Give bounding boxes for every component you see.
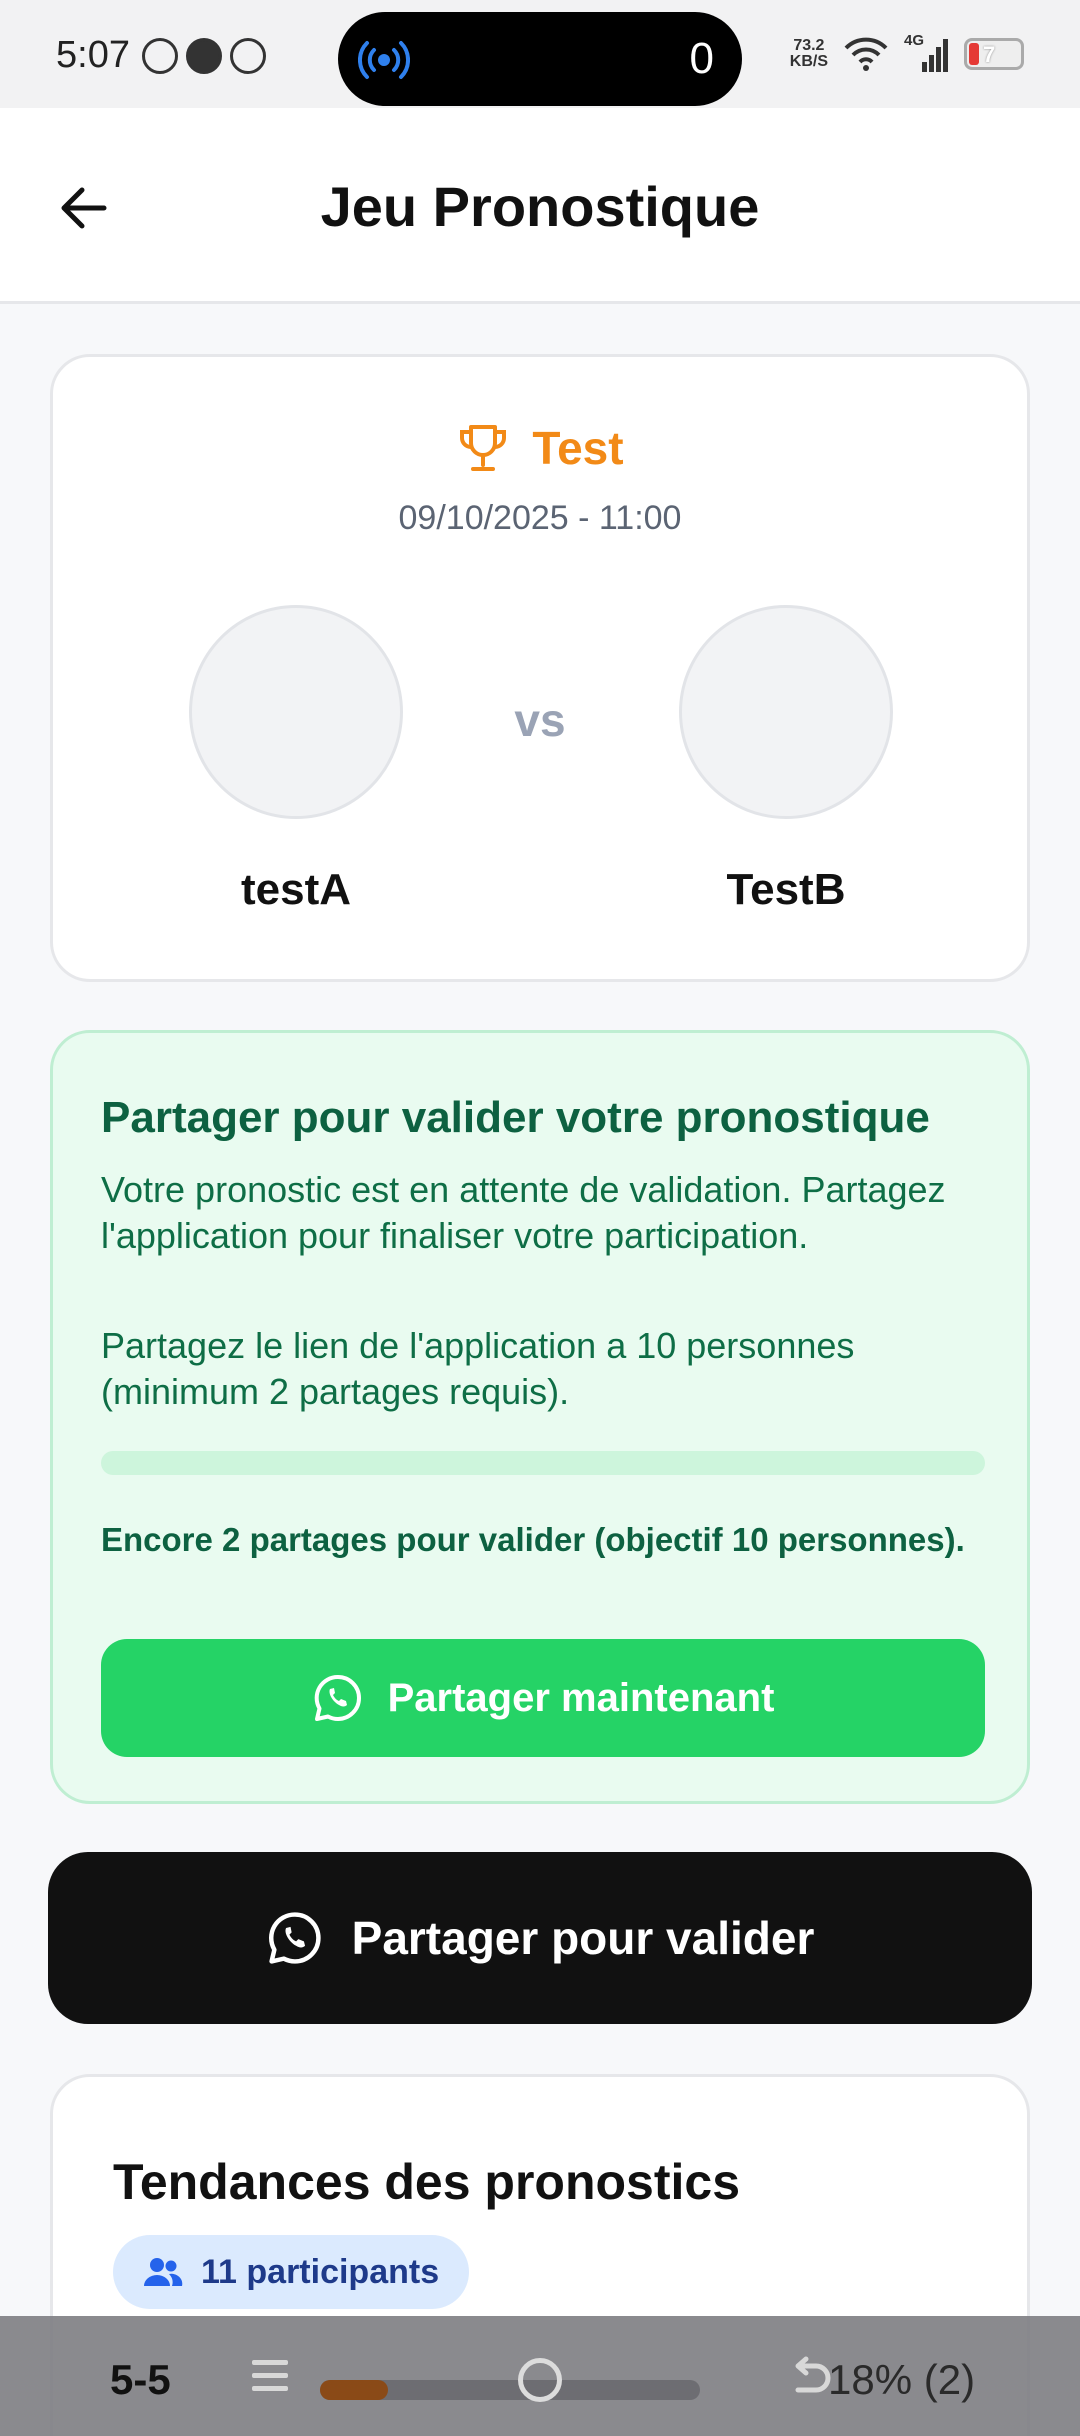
network-speed-value: 73.2	[793, 37, 825, 54]
share-card-text-pending: Votre pronostic est en attente de valida…	[101, 1169, 946, 1256]
reader-percent: 18% (2)	[828, 2356, 976, 2403]
network-speed-unit: KB/S	[789, 53, 828, 70]
users-icon	[144, 2258, 183, 2286]
reader-progress-overlay: 5-5 18% (2)	[0, 2316, 1080, 2436]
team-a-name: testA	[240, 865, 352, 914]
status-right: 73.2 KB/S 4G 7	[790, 32, 1024, 72]
cellular-signal: 4G	[904, 32, 948, 72]
app-header: Jeu Pronostique	[0, 108, 1080, 304]
island-counter: 0	[689, 34, 714, 83]
whatsapp-icon	[268, 1912, 321, 1964]
share-to-validate-label: Partager pour valider	[351, 1912, 815, 1964]
competition-name: Test	[532, 422, 624, 474]
page-title: Jeu Pronostique	[320, 175, 760, 238]
undo-icon[interactable]	[786, 2356, 834, 2404]
share-now-label: Partager maintenant	[387, 1675, 775, 1720]
message-notification-icon	[186, 38, 222, 74]
status-time: 5:07	[56, 34, 130, 76]
competition: Test	[53, 421, 1027, 475]
trophy-icon	[460, 425, 507, 471]
share-card-text-goal: Partagez le lien de l'application a 10 p…	[101, 1325, 855, 1412]
share-progress-bar	[101, 1451, 985, 1475]
share-validation-card: Partager pour valider votre pronostique …	[50, 1030, 1030, 1804]
battery-level: 7	[983, 42, 996, 67]
match-card: Test 09/10/2025 - 11:00 vs testA TestB	[50, 354, 1030, 982]
team-b-logo	[679, 605, 893, 819]
reader-progress-track[interactable]	[320, 2380, 700, 2400]
share-now-button[interactable]: Partager maintenant	[101, 1639, 985, 1757]
share-card-title: Partager pour valider votre pronostique	[101, 1093, 930, 1142]
battery-icon: 7	[964, 38, 1024, 70]
network-type: 4G	[904, 32, 925, 49]
network-speed: 73.2 KB/S	[790, 38, 828, 70]
participants-count: 11 participants	[201, 2252, 440, 2291]
reader-progress-fill	[320, 2380, 389, 2400]
app-notification-icon	[230, 38, 266, 74]
reader-slider-thumb[interactable]	[518, 2358, 562, 2402]
participants-badge: 11 participants	[113, 2235, 470, 2309]
notification-icons	[142, 38, 266, 74]
match-datetime: 09/10/2025 - 11:00	[398, 499, 682, 537]
dynamic-island: 0	[338, 12, 742, 106]
menu-icon[interactable]	[250, 2356, 290, 2396]
share-to-validate-button[interactable]: Partager pour valider	[48, 1852, 1032, 2024]
status-bar: 5:07 0 73.2 KB/S 4G 7	[0, 0, 1080, 108]
team-b-name: TestB	[726, 865, 846, 914]
wifi-icon	[844, 37, 888, 71]
page-indicator: 5-5	[110, 2356, 171, 2403]
share-remaining-text: Encore 2 partages pour valider (objectif…	[101, 1521, 965, 1558]
whatsapp-notification-icon	[142, 38, 178, 74]
trends-title: Tendances des pronostics	[113, 2154, 741, 2210]
whatsapp-icon	[314, 1674, 361, 1722]
broadcast-icon	[358, 41, 410, 79]
